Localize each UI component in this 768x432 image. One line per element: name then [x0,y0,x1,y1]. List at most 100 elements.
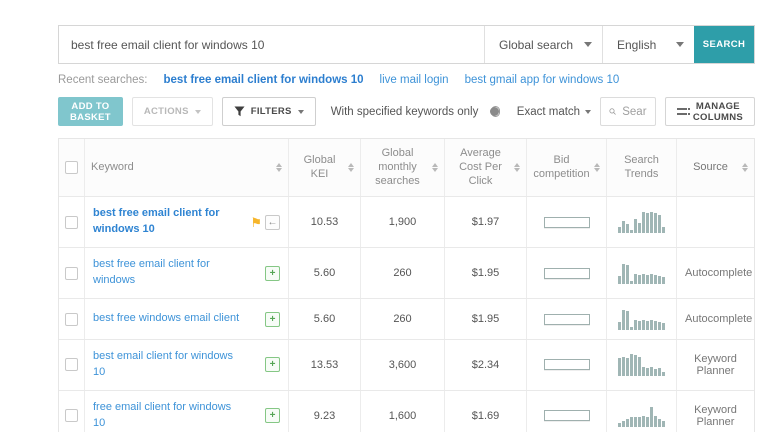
column-header-label: Source [693,160,728,173]
column-header-search-trends: Search Trends [607,139,677,197]
column-header-bid-competition[interactable]: Bid competition [527,139,607,197]
add-keyword-icon[interactable]: + [265,265,280,281]
global-kei-cell: 9.23 [289,390,361,432]
row-checkbox[interactable] [65,358,78,372]
column-header-label: Keyword [91,160,134,173]
cpc-cell: $2.34 [445,340,527,390]
language-select[interactable]: English [602,26,694,63]
source-cell: Keyword Planner [694,352,737,377]
recent-searches: Recent searches: best free email client … [58,74,755,86]
recent-searches-label: Recent searches: [58,74,148,86]
bid-competition-bar [543,313,590,325]
header-checkbox-cell [59,139,85,197]
language-select-value: English [617,37,657,52]
chevron-down-icon [676,42,684,47]
bid-competition-cell [527,299,607,339]
match-mode-select[interactable]: Exact match [517,106,592,118]
search-button[interactable]: SEARCH [694,26,754,63]
keyword-actions: + [265,265,280,281]
column-header-global-monthly-searches[interactable]: Global monthly searches [361,139,445,197]
region-select[interactable]: Global search [484,26,602,63]
keyword-actions: + [265,408,280,424]
trend-sparkline [618,405,665,427]
search-trends-cell [607,248,677,298]
keyword-link[interactable]: free email client for windows 10 [93,400,241,432]
chevron-down-icon [297,109,304,114]
keyword-cell: best free email client for windows + [85,248,289,298]
sort-icon[interactable] [348,163,354,173]
filters-button-label: FILTERS [250,106,292,117]
column-header-label: Search Trends [624,153,659,180]
add-keyword-icon[interactable]: + [265,408,280,424]
keyword-research-page: Global search English SEARCH Recent sear… [0,25,768,432]
keywords-table: Keyword Global KEI Global monthly searches… [58,138,755,432]
bid-competition-cell [527,340,607,390]
sort-icon[interactable] [276,163,282,173]
source-cell: Autocomplete [685,267,753,280]
insert-keyword-icon[interactable]: ← [265,214,280,230]
monthly-searches-cell: 3,600 [361,340,445,390]
add-keyword-icon[interactable]: + [265,357,280,373]
trend-sparkline [618,308,665,330]
filter-keywords-input[interactable] [622,105,647,118]
recent-search-link[interactable]: live mail login [380,74,449,86]
add-to-basket-button[interactable]: ADD TO BASKET [58,97,123,126]
column-header-label: Global KEI [303,153,336,180]
row-checkbox[interactable] [65,312,78,326]
source-cell [677,197,754,247]
manage-columns-button[interactable]: MANAGE COLUMNS [664,97,755,126]
recent-search-link[interactable]: best gmail app for windows 10 [465,74,620,86]
global-kei-cell: 13.53 [289,340,361,390]
keyword-link[interactable]: best free windows email client [93,311,241,327]
filters-button[interactable]: FILTERS [221,97,316,126]
column-header-source[interactable]: Source [677,139,754,196]
sort-icon[interactable] [432,163,438,173]
specified-keywords-label: With specified keywords only [330,105,479,118]
funnel-icon [234,106,245,117]
bid-competition-cell [527,390,607,432]
sort-icon[interactable] [594,163,600,173]
search-icon [609,108,616,115]
toggle-knob [489,107,499,116]
monthly-searches-cell: 1,600 [361,390,445,432]
recent-search-link[interactable]: best free email client for windows 10 [164,74,364,86]
keyword-cell: free email client for windows 10 + [85,390,289,432]
keyword-cell: best free windows email client + [85,299,289,339]
add-keyword-icon[interactable]: + [265,311,280,327]
column-header-global-kei[interactable]: Global KEI [289,139,361,197]
column-header-label: Bid competition [533,153,590,180]
actions-button[interactable]: ACTIONS [131,97,213,126]
keyword-link[interactable]: best free email client for windows [93,257,241,289]
keyword-cell: best email client for windows 10 + [85,340,289,390]
keyword-link[interactable]: best email client for windows 10 [93,349,241,381]
cpc-cell: $1.97 [445,197,527,248]
monthly-searches-cell: 260 [361,299,445,339]
column-header-keyword[interactable]: Keyword [85,139,289,197]
bid-competition-bar [543,359,590,371]
select-all-checkbox[interactable] [65,161,78,175]
specified-keywords-toggle[interactable] [489,106,500,117]
row-checkbox[interactable] [65,215,78,229]
sort-icon[interactable] [742,163,748,173]
table-row: best free windows email client + 5.60 26… [59,299,754,340]
keyword-link[interactable]: best free email client for windows 10 [93,206,241,238]
table-toolbar: ADD TO BASKET ACTIONS FILTERS With speci… [58,97,755,126]
column-header-average-cost-per-click[interactable]: Average Cost Per Click [445,139,527,197]
table-body: best free email client for windows 10 ⚑ ←… [59,197,754,432]
keyword-actions: + [265,357,280,373]
cpc-cell: $1.95 [445,248,527,298]
keyword-query-input[interactable] [59,26,484,63]
cpc-cell: $1.69 [445,390,527,432]
row-checkbox-cell [59,340,85,390]
bid-competition-cell [527,197,607,248]
row-checkbox[interactable] [65,409,78,423]
row-checkbox-cell [59,248,85,298]
global-kei-cell: 5.60 [289,299,361,339]
chevron-down-icon [585,109,592,114]
columns-icon [676,108,690,115]
chevron-down-icon [584,42,592,47]
sort-icon[interactable] [514,163,520,173]
bid-competition-bar [543,267,590,279]
row-checkbox-cell [59,197,85,248]
row-checkbox[interactable] [65,266,78,280]
